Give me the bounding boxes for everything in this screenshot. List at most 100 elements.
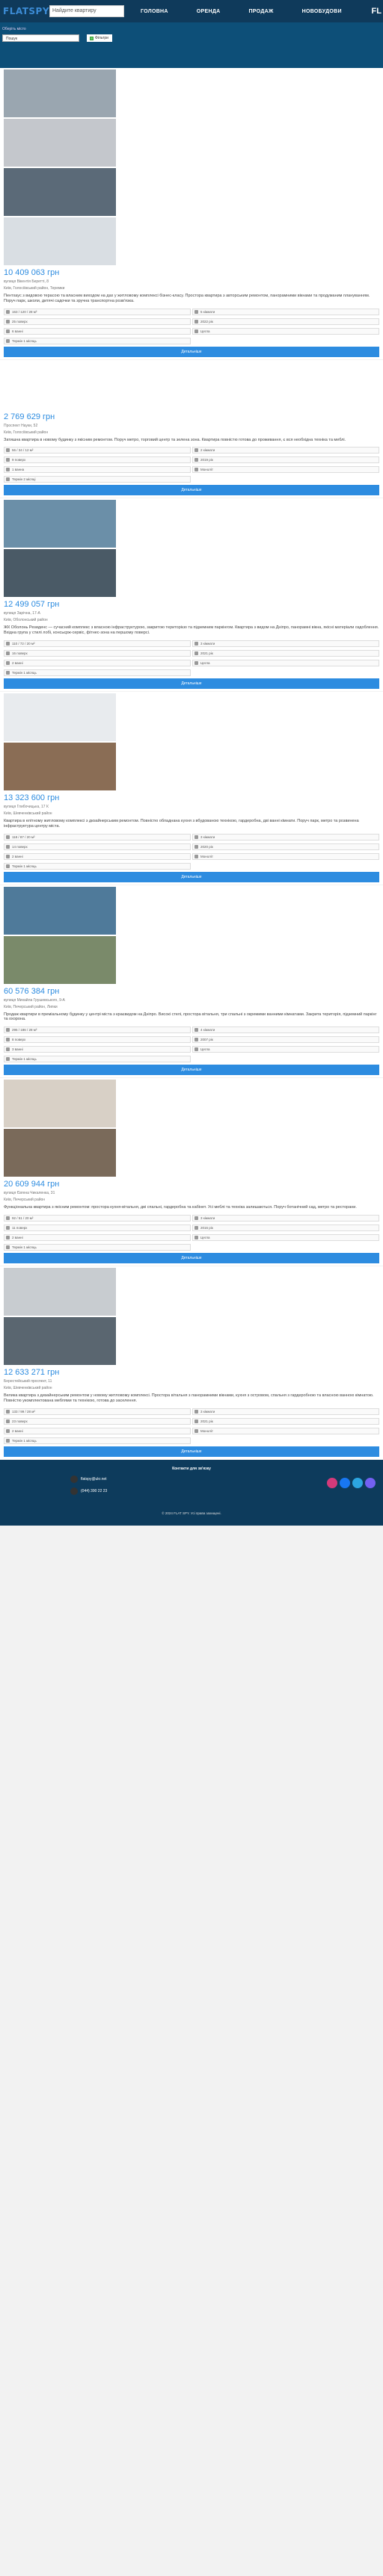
- stat-icon: [194, 1216, 198, 1220]
- stat-icon: [6, 1225, 10, 1230]
- listing-photo[interactable]: [4, 1080, 116, 1128]
- listing-stats: 92 / 51 / 20 м² 3 кімнати 11 поверх 2016 рі…: [4, 1214, 379, 1251]
- listing-stat: 2 кімнати: [192, 447, 379, 454]
- listing-stat: 11 поверх: [4, 1224, 191, 1231]
- listing-photo[interactable]: [4, 742, 116, 790]
- stat-icon: [6, 458, 10, 462]
- listing-stats: 295 / 186 / 28 м² 4 кімнати 8 поверх 2007 р…: [4, 1027, 379, 1063]
- listing-price: 10 409 063 грн: [4, 268, 60, 277]
- listing-district: Київ, Шевченківський район: [4, 1385, 52, 1390]
- stat-icon: [194, 844, 198, 849]
- listing-stat: 8 поверх: [4, 1036, 191, 1044]
- stat-icon: [194, 641, 198, 645]
- viber-icon[interactable]: [365, 1477, 376, 1488]
- listing-stat: 3 кімнати: [192, 640, 379, 647]
- footer-email-text: flatspy@ukr.net: [81, 1476, 107, 1481]
- listing-address: вулиця Євгена Чикаленка, 31: [4, 1191, 55, 1196]
- listing-stat: 14 поверх: [4, 843, 191, 850]
- listing-price: 20 609 944 грн: [4, 1180, 60, 1189]
- listing-description: Функціональна квартира з якісним ремонто…: [4, 1205, 357, 1210]
- listing-photo[interactable]: [4, 549, 116, 598]
- logo[interactable]: FLATSPY: [3, 6, 49, 16]
- listing-district: Київ, Печерський район, Липки: [4, 1004, 58, 1009]
- listing-stat: Термін 2 місяці: [4, 476, 191, 483]
- listing-photo[interactable]: [4, 886, 116, 935]
- facebook-icon[interactable]: [340, 1477, 350, 1488]
- listing-photo[interactable]: [4, 1316, 116, 1365]
- listing-photo[interactable]: [4, 1129, 116, 1177]
- details-button[interactable]: Детальніше: [4, 485, 379, 496]
- listing-stat: 295 / 186 / 28 м²: [4, 1027, 191, 1034]
- details-button[interactable]: Детальніше: [4, 1065, 379, 1076]
- social-links: [327, 1477, 376, 1488]
- nav-home[interactable]: ГОЛОВНА: [141, 9, 168, 14]
- listing-stat: Цегла: [192, 659, 379, 666]
- telegram-icon[interactable]: [352, 1477, 363, 1488]
- search-input[interactable]: Пошук: [2, 34, 79, 42]
- listing-stats: 118 / 87 / 20 м² 3 кімнати 14 поверх 2020 р…: [4, 833, 379, 870]
- listing-stats: 133 / 99 / 28 м² 3 кімнати 23 поверх 2021 р…: [4, 1408, 379, 1444]
- listing-address: Проспект Науки, 52: [4, 423, 38, 428]
- stat-icon: [194, 1419, 198, 1423]
- listing-photos: [4, 500, 379, 598]
- listing-photos: [4, 693, 379, 790]
- details-button[interactable]: Детальніше: [4, 678, 379, 689]
- listing-photo[interactable]: [4, 119, 116, 167]
- stat-icon: [6, 651, 10, 655]
- nav-rent[interactable]: ОРЕНДА: [197, 9, 221, 14]
- header: FLATSPY Найдите квартиру ГОЛОВНА ОРЕНДА …: [0, 0, 383, 22]
- details-button[interactable]: Детальніше: [4, 871, 379, 882]
- listing-photos: [4, 1080, 379, 1177]
- listing-district: Київ, Шевченківський район: [4, 811, 52, 816]
- listing-photo[interactable]: [4, 693, 116, 741]
- listing-photo[interactable]: [4, 500, 116, 548]
- listing-stat: Моноліт: [192, 852, 379, 860]
- filters-toggle[interactable]: Фільтри: [87, 34, 112, 42]
- listing-stat: 56 / 34 / 12 м²: [4, 447, 191, 454]
- nav-new-buildings[interactable]: НОВОБУДОВИ: [302, 9, 342, 14]
- stat-icon: [6, 660, 10, 665]
- details-button[interactable]: Детальніше: [4, 1446, 379, 1457]
- listing-photo[interactable]: [4, 361, 116, 409]
- listing-description: ЖК Оболонь Резиденс — сучасний комплекс …: [4, 625, 379, 636]
- stat-icon: [6, 835, 10, 839]
- stat-icon: [194, 329, 198, 333]
- listing-photo[interactable]: [4, 168, 116, 216]
- nav-sale[interactable]: ПРОДАЖ: [248, 9, 273, 14]
- listing-address: Берестейський проспект, 11: [4, 1378, 52, 1384]
- details-button[interactable]: Детальніше: [4, 1252, 379, 1263]
- city-select[interactable]: Оберіть місто: [2, 27, 64, 31]
- listing-card: 13 323 600 грн вулиця Глибочицька, 17 К Ки…: [0, 691, 383, 885]
- listing-stat: 4 кімнати: [192, 1027, 379, 1034]
- listing-description: Продаж квартири в преміальному будинку у…: [4, 1012, 377, 1022]
- details-button[interactable]: Детальніше: [4, 346, 379, 357]
- stat-icon: [194, 660, 198, 665]
- listing-photo[interactable]: [4, 1267, 116, 1316]
- listing-stat: 5 кімнати: [192, 308, 379, 315]
- listing-stat: 3 кімнати: [192, 1408, 379, 1415]
- listing-description: Квартира в елітному житловому комплексі …: [4, 818, 359, 829]
- header-search-input[interactable]: Найдите квартиру: [49, 5, 124, 17]
- listing-stat: 110 / 72 / 20 м²: [4, 640, 191, 647]
- listing-stat: 2007 рік: [192, 1036, 379, 1044]
- listing-description: Затишна квартира в новому будинку з якіс…: [4, 437, 346, 442]
- listing-stat: 3 кімнати: [192, 833, 379, 840]
- listing-photos: [4, 1267, 379, 1365]
- listing-photo[interactable]: [4, 935, 116, 984]
- language-switch[interactable]: FL: [372, 7, 382, 16]
- listing-photo[interactable]: [4, 217, 116, 265]
- stat-icon: [6, 309, 10, 314]
- stat-icon: [6, 319, 10, 323]
- listing-stat: 3 ванні: [4, 1046, 191, 1053]
- listing-address: вулиця Вікентія Беретті, 8: [4, 279, 49, 284]
- footer-phone[interactable]: (044) 390 22 23: [70, 1487, 383, 1495]
- listing-card: 12 499 057 грн вулиця Зарічна, 17-А Київ, …: [0, 498, 383, 691]
- listing-stat: 2 ванні: [4, 1233, 191, 1241]
- stat-icon: [194, 1028, 198, 1032]
- listing-stat: 6 ванні: [4, 327, 191, 335]
- instagram-icon[interactable]: [327, 1477, 337, 1488]
- stat-icon: [6, 864, 10, 868]
- listing-photo[interactable]: [4, 69, 116, 117]
- stat-icon: [6, 448, 10, 453]
- listing-stat: Моноліт: [192, 466, 379, 474]
